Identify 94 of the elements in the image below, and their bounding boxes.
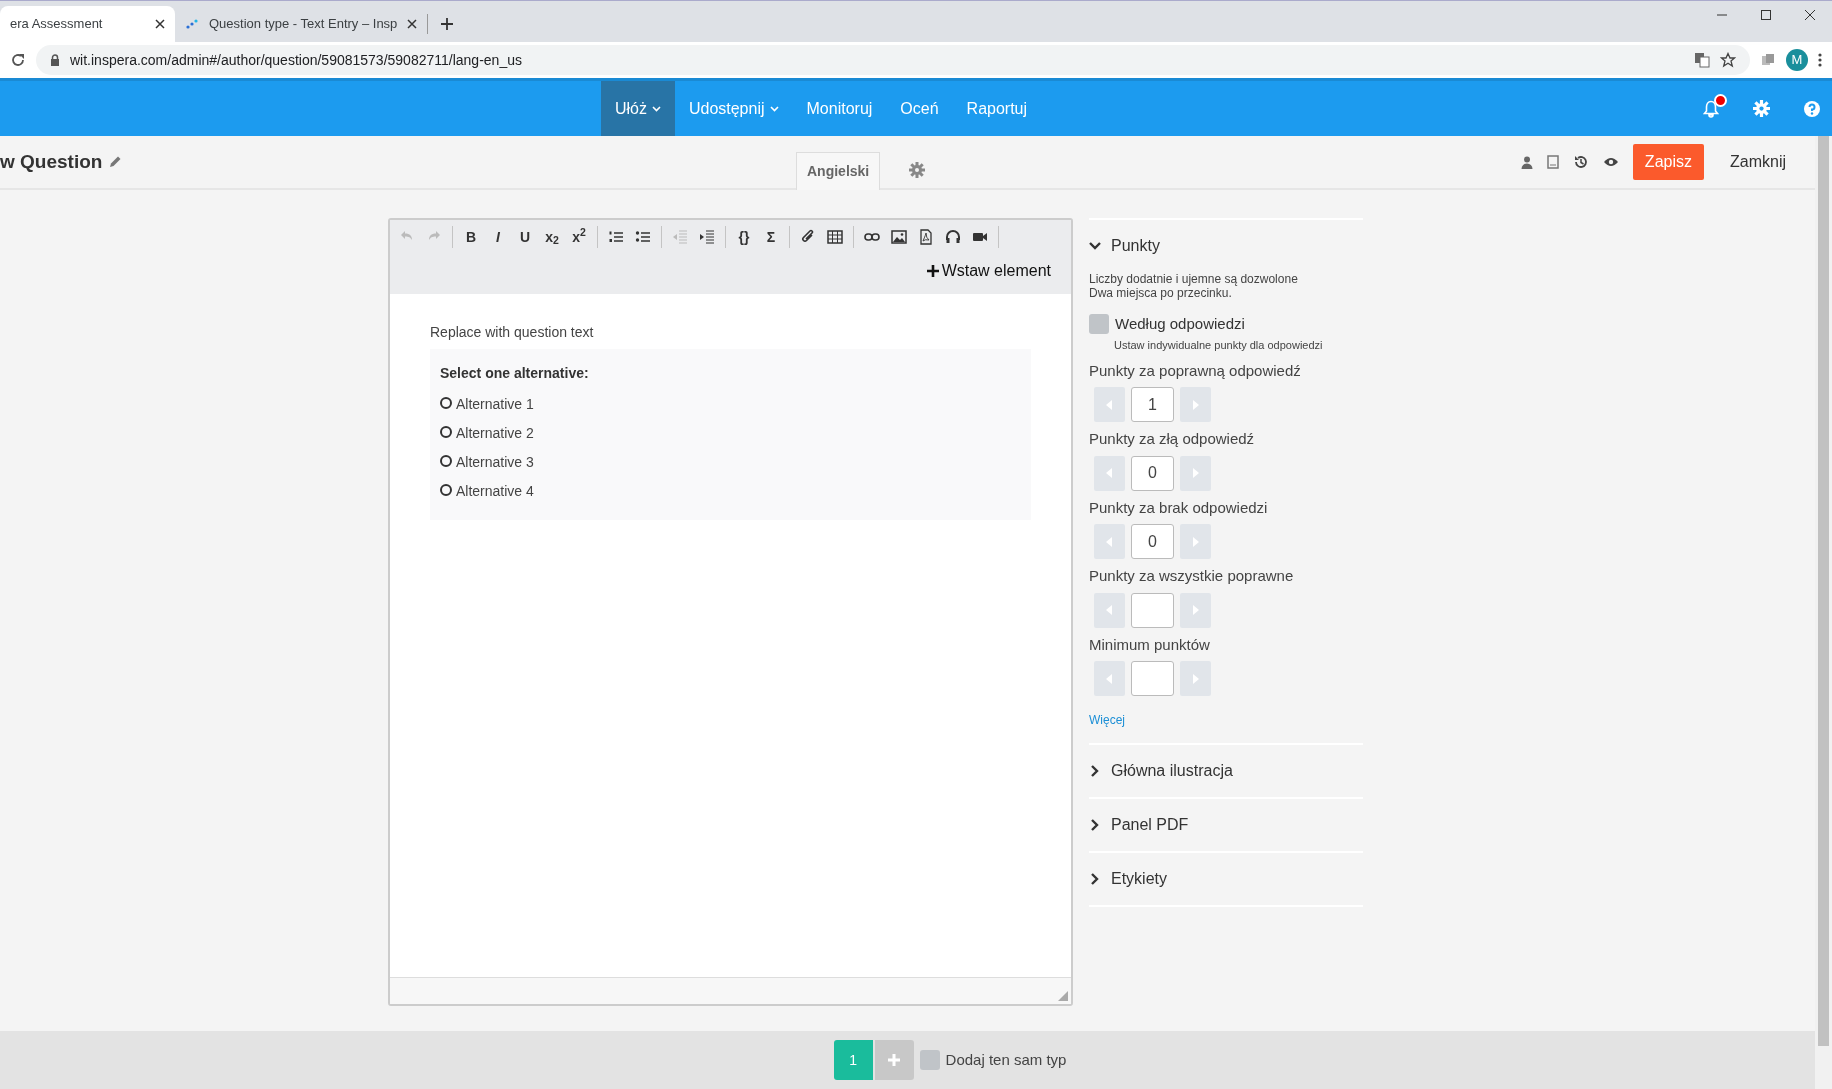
caret-left-icon [1106,673,1113,684]
caret-right-icon [1192,399,1199,410]
alternative-label: Alternative 4 [456,482,534,501]
checkbox-label: Według odpowiedzi [1115,313,1245,334]
section-header[interactable]: Panel PDF [1089,797,1363,852]
number-field[interactable]: 1 [1131,387,1174,423]
number-field[interactable] [1131,661,1174,697]
checkbox-label: Dodaj ten sam typ [945,1049,1067,1070]
maximize-icon[interactable] [1760,9,1772,21]
field-label: Punkty za wszystkie poprawne [1089,566,1295,587]
numbered-list-icon[interactable] [608,229,624,245]
caret-right-icon [1192,605,1199,616]
format-button[interactable]: U [516,226,534,248]
reload-icon[interactable] [10,52,26,68]
headphones-icon[interactable] [945,229,961,245]
alternative-label: Alternative 3 [456,453,534,472]
question-title: w Question [0,149,103,174]
resize-handle-icon[interactable] [1058,991,1068,1001]
format-button[interactable]: Σ [762,226,780,248]
person-icon[interactable] [1520,155,1533,169]
alternative-label: Alternative 1 [456,395,534,414]
star-icon[interactable] [1720,52,1736,68]
scrollbar[interactable] [1815,136,1832,1089]
chevron-right-icon [1089,819,1101,832]
close-icon[interactable] [407,19,418,29]
caret-left-icon [1106,536,1113,547]
field-label: Punkty za brak odpowiedzi [1089,497,1269,518]
close-icon[interactable] [1804,9,1816,21]
bullet-list-icon[interactable] [635,229,651,245]
plus-icon [926,265,939,277]
question-text: Replace with question text [430,323,595,342]
format-button[interactable]: x$_{2}$ [543,226,561,248]
caret-left-icon [1106,605,1113,616]
settings-icon[interactable] [909,162,925,178]
field-label: Minimum punktów [1089,634,1211,655]
checkbox[interactable] [919,1050,940,1070]
chevron-right-icon [1089,765,1101,778]
bell-icon[interactable] [1703,99,1719,118]
field-label: Punkty za złą odpowiedź [1089,429,1256,450]
format-button[interactable]: I [489,226,507,248]
browser-tab[interactable]: Question type - Text Entry – Insp [175,6,428,42]
caret-left-icon [1106,468,1113,479]
format-button[interactable]: B [462,226,480,248]
number-field[interactable] [1131,592,1174,628]
url-text: wit.inspera.com/admin#/author/question/59081573/59082711/lang-en_us [70,50,522,70]
indent-icon[interactable] [699,229,715,245]
hint-text: Ustaw indywidualne punkty dla odpowiedzi [1114,338,1324,354]
paperclip-icon[interactable] [800,229,816,245]
lock-icon [50,54,60,66]
close-button[interactable]: Zamknij [1724,149,1792,175]
format-button[interactable]: x$^{2}$ [570,226,588,248]
address-bar[interactable]: wit.inspera.com/admin#/author/question/59081573/59082711/lang-en_us [36,45,1750,75]
browser-tab[interactable]: era Assessment [0,6,175,42]
caret-right-icon [1192,673,1199,684]
number-field[interactable]: 0 [1131,524,1174,560]
pdf-icon[interactable] [918,229,934,245]
radio-button[interactable] [440,425,452,438]
radio-button[interactable] [440,483,452,496]
chevron-down-icon [1089,240,1101,252]
hint-text: Dwa miejsca po przecinku. [1089,286,1233,301]
checkbox[interactable] [1089,314,1109,335]
pencil-icon[interactable] [108,155,123,169]
radio-button[interactable] [440,396,452,409]
field-label: Punkty za poprawną odpowiedź [1089,360,1302,381]
nav-tab[interactable]: Ułóż [600,81,675,136]
format-button[interactable]: {} [735,226,753,248]
section-header[interactable]: Punkty [1089,218,1363,272]
radio-button[interactable] [440,454,452,467]
section-header[interactable]: Główna ilustracja [1089,743,1363,798]
more-icon[interactable] [1818,52,1822,68]
close-icon[interactable] [155,19,165,29]
extensions-icon[interactable] [1760,52,1776,68]
document-icon[interactable] [1546,155,1559,169]
site-icon [185,17,199,31]
alternative-label: Alternative 2 [456,424,534,443]
image-icon[interactable] [891,229,907,245]
number-field[interactable]: 0 [1131,455,1174,491]
plus-icon [888,1054,901,1066]
new-tab-icon[interactable] [440,17,455,31]
profile-avatar[interactable]: M [1786,49,1808,71]
eye-icon[interactable] [1602,156,1619,168]
question-prompt: Select one alternative: [440,364,590,383]
chevron-right-icon [1089,873,1101,886]
insert-element-button[interactable]: Wstaw element [920,258,1057,284]
history-icon[interactable] [1572,154,1589,170]
translate-icon[interactable] [1694,52,1710,68]
table-icon[interactable] [827,229,843,245]
caret-left-icon [1106,399,1113,410]
help-icon[interactable] [1804,100,1820,117]
caret-right-icon [1192,468,1199,479]
section-header[interactable]: Etykiety [1089,851,1363,906]
hint-text: Liczby dodatnie i ujemne są dozwolone [1089,272,1299,287]
caret-right-icon [1192,536,1199,547]
language-tab[interactable]: Angielski [796,152,881,190]
